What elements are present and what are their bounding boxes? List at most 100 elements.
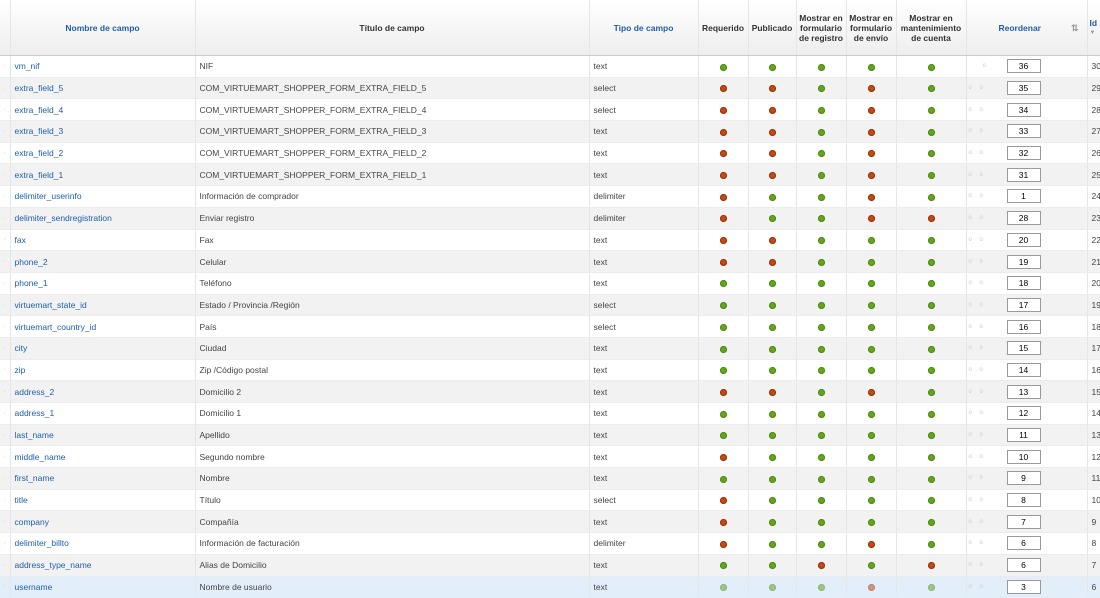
published-enabled-icon[interactable] [769,280,776,287]
row-handle-icon[interactable]: · [0,576,10,598]
published-enabled-icon[interactable] [769,302,776,309]
published-enabled-icon[interactable] [769,497,776,504]
published-enabled-icon[interactable] [769,454,776,461]
published-enabled-icon[interactable] [769,64,776,71]
required-enabled-icon[interactable] [720,280,727,287]
field-name-link[interactable]: extra_field_5 [15,83,64,93]
show-shipping-disabled-icon[interactable] [868,541,875,548]
reorder-arrows-icon[interactable]: o o [969,562,1007,568]
show-account-enabled-icon[interactable] [928,497,935,504]
order-input[interactable] [1007,493,1041,507]
show-account-enabled-icon[interactable] [928,172,935,179]
show-shipping-disabled-icon[interactable] [868,584,875,591]
field-name-link[interactable]: address_type_name [15,560,92,570]
row-handle-icon[interactable]: · [0,359,10,381]
field-name-link[interactable]: title [15,495,28,505]
row-handle-icon[interactable]: · [0,164,10,186]
reorder-arrows-icon[interactable]: o o [969,519,1007,525]
field-name-link[interactable]: city [15,343,28,353]
order-input[interactable] [1007,580,1041,594]
row-handle-icon[interactable]: · [0,186,10,208]
published-disabled-icon[interactable] [769,150,776,157]
reorder-arrows-icon[interactable]: o o [969,410,1007,416]
row-handle-icon[interactable]: · [0,424,10,446]
required-disabled-icon[interactable] [720,497,727,504]
show-shipping-enabled-icon[interactable] [868,302,875,309]
row-handle-icon[interactable]: · [0,468,10,490]
show-account-enabled-icon[interactable] [928,324,935,331]
header-reorder[interactable]: Reordenar ⇅ [966,0,1087,56]
order-input[interactable] [1007,81,1041,95]
field-name-link[interactable]: delimiter_userinfo [15,191,82,201]
required-disabled-icon[interactable] [720,454,727,461]
published-enabled-icon[interactable] [769,476,776,483]
show-shipping-enabled-icon[interactable] [868,411,875,418]
required-disabled-icon[interactable] [720,172,727,179]
reorder-arrows-icon[interactable]: o o [969,324,1007,330]
field-name-link[interactable]: phone_1 [15,278,48,288]
field-name-link[interactable]: delimiter_billto [15,538,69,548]
published-enabled-icon[interactable] [769,411,776,418]
published-enabled-icon[interactable] [769,432,776,439]
show-registration-enabled-icon[interactable] [818,215,825,222]
show-registration-enabled-icon[interactable] [818,584,825,591]
field-name-link[interactable]: address_1 [15,408,55,418]
order-input[interactable] [1007,59,1041,73]
show-shipping-disabled-icon[interactable] [868,389,875,396]
published-disabled-icon[interactable] [769,389,776,396]
show-shipping-enabled-icon[interactable] [868,519,875,526]
reorder-arrows-icon[interactable]: o o [969,237,1007,243]
sort-arrow-icon[interactable]: ▼ [1090,28,1100,38]
show-account-disabled-icon[interactable] [928,562,935,569]
field-name-link[interactable]: first_name [15,473,55,483]
show-registration-enabled-icon[interactable] [818,411,825,418]
show-registration-enabled-icon[interactable] [818,194,825,201]
header-id-label[interactable]: Id [1090,18,1098,28]
header-field-type[interactable]: Tipo de campo [589,0,698,56]
show-account-enabled-icon[interactable] [928,280,935,287]
show-registration-enabled-icon[interactable] [818,259,825,266]
show-shipping-enabled-icon[interactable] [868,64,875,71]
show-registration-disabled-icon[interactable] [818,562,825,569]
field-name-link[interactable]: last_name [15,430,54,440]
show-shipping-enabled-icon[interactable] [868,432,875,439]
show-registration-enabled-icon[interactable] [818,454,825,461]
field-name-link[interactable]: fax [15,235,26,245]
field-name-link[interactable]: company [15,517,50,527]
show-registration-enabled-icon[interactable] [818,302,825,309]
field-name-link[interactable]: address_2 [15,387,55,397]
show-shipping-enabled-icon[interactable] [868,346,875,353]
field-name-link[interactable]: zip [15,365,26,375]
reorder-arrows-icon[interactable]: o o [969,150,1007,156]
required-disabled-icon[interactable] [720,194,727,201]
show-account-enabled-icon[interactable] [928,454,935,461]
show-registration-enabled-icon[interactable] [818,324,825,331]
published-enabled-icon[interactable] [769,367,776,374]
show-account-enabled-icon[interactable] [928,519,935,526]
row-handle-icon[interactable]: · [0,403,10,425]
order-input[interactable] [1007,211,1041,225]
order-input[interactable] [1007,189,1041,203]
show-account-enabled-icon[interactable] [928,150,935,157]
show-registration-enabled-icon[interactable] [818,64,825,71]
header-field-name[interactable]: Nombre de campo [10,0,195,56]
required-disabled-icon[interactable] [720,237,727,244]
published-enabled-icon[interactable] [769,324,776,331]
show-registration-enabled-icon[interactable] [818,346,825,353]
show-account-enabled-icon[interactable] [928,107,935,114]
order-input[interactable] [1007,320,1041,334]
show-registration-enabled-icon[interactable] [818,107,825,114]
row-handle-icon[interactable]: · [0,533,10,555]
show-registration-enabled-icon[interactable] [818,541,825,548]
header-id[interactable]: Id ▼ [1087,0,1100,56]
show-shipping-enabled-icon[interactable] [868,454,875,461]
required-disabled-icon[interactable] [720,107,727,114]
row-handle-icon[interactable]: · [0,554,10,576]
show-account-enabled-icon[interactable] [928,129,935,136]
field-name-link[interactable]: username [15,582,53,592]
published-enabled-icon[interactable] [769,194,776,201]
show-account-enabled-icon[interactable] [928,584,935,591]
published-enabled-icon[interactable] [769,215,776,222]
required-disabled-icon[interactable] [720,85,727,92]
required-enabled-icon[interactable] [720,562,727,569]
